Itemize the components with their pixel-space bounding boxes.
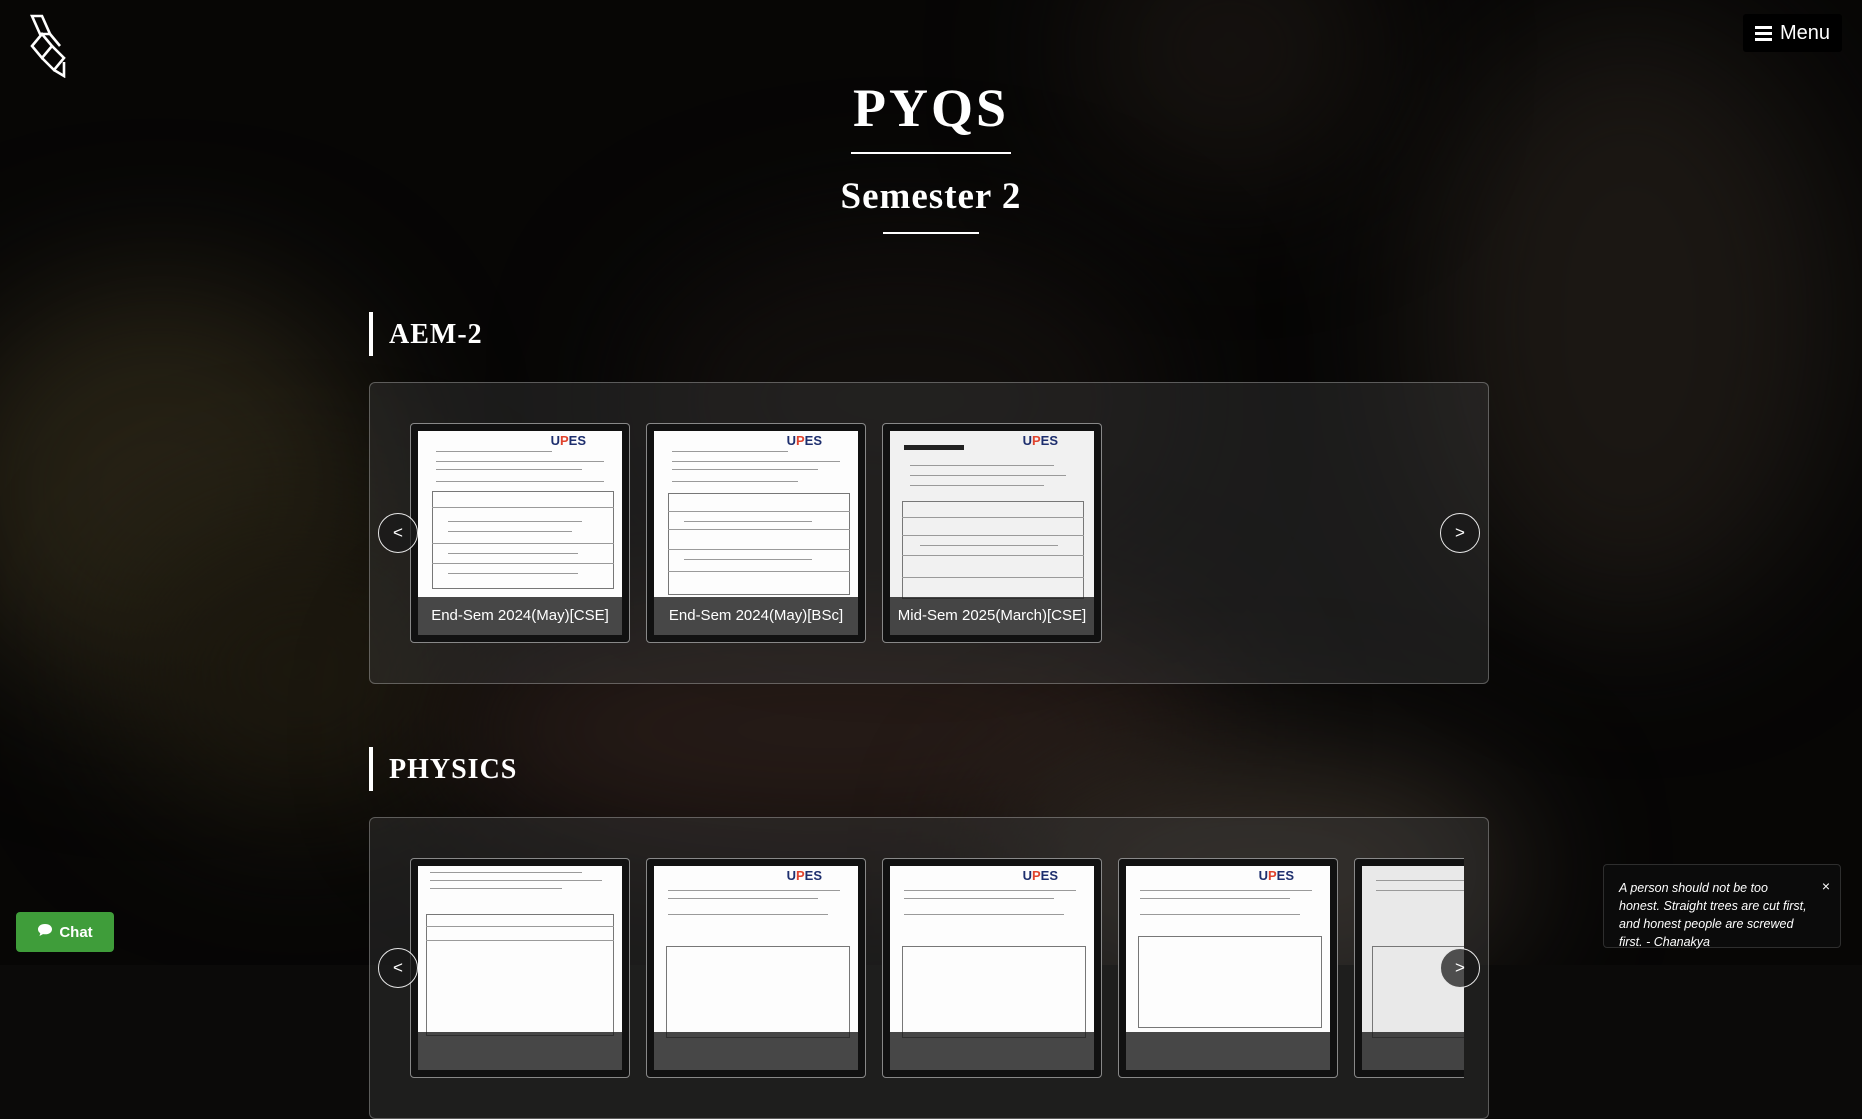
- hamburger-icon: [1754, 25, 1772, 41]
- upes-logo-icon: UPES: [1258, 868, 1294, 883]
- menu-button[interactable]: Menu: [1742, 14, 1842, 52]
- logo-icon[interactable]: [28, 14, 68, 79]
- paper-card[interactable]: UPES End-Sem 2024(May)[CSE]: [410, 423, 630, 643]
- paper-card[interactable]: UPES: [646, 858, 866, 1078]
- paper-caption: End-Sem 2024(May)[BSc]: [654, 597, 858, 635]
- carousel-next-button[interactable]: >: [1440, 513, 1480, 553]
- close-icon[interactable]: ×: [1822, 877, 1830, 895]
- carousel-track: UPES UPES UPES: [410, 858, 1464, 1118]
- paper-caption: [890, 1032, 1094, 1070]
- section-title: PHYSICS: [369, 747, 1489, 791]
- title-underline: [851, 152, 1011, 154]
- carousel-prev-button[interactable]: <: [378, 513, 418, 553]
- paper-carousel: < UPES UPES UPES >: [369, 817, 1489, 1119]
- quote-text: A person should not be too honest. Strai…: [1619, 881, 1807, 949]
- chat-label: Chat: [59, 923, 93, 941]
- paper-carousel: < UPES End-Sem 2024(May)[CSE] UPES End-S…: [369, 382, 1489, 684]
- page-title: PYQS: [852, 78, 1010, 138]
- upes-logo-icon: UPES: [786, 433, 822, 448]
- menu-label: Menu: [1779, 21, 1830, 44]
- quote-popup: A person should not be too honest. Strai…: [1603, 864, 1841, 949]
- upes-logo-icon: UPES: [1022, 868, 1058, 883]
- paper-card[interactable]: UPES: [882, 858, 1102, 1078]
- section-aem-2: AEM-2 < UPES End-Sem 2024(May)[CSE] UPES…: [369, 312, 1489, 684]
- paper-card[interactable]: UPES End-Sem 2024(May)[BSc]: [646, 423, 866, 643]
- upes-logo-icon: UPES: [550, 433, 586, 448]
- chat-bubble-icon: [37, 923, 53, 941]
- carousel-prev-button[interactable]: <: [378, 948, 418, 988]
- subtitle-underline: [883, 232, 979, 234]
- paper-caption: Mid-Sem 2025(March)[CSE]: [890, 597, 1094, 635]
- carousel-track: UPES End-Sem 2024(May)[CSE] UPES End-Sem…: [410, 423, 1464, 683]
- section-title: AEM-2: [369, 312, 1489, 356]
- paper-caption: [418, 1032, 622, 1070]
- section-physics: PHYSICS < UPES UPES UPES >: [369, 747, 1489, 1119]
- carousel-next-button[interactable]: >: [1440, 948, 1480, 988]
- paper-card[interactable]: [410, 858, 630, 1078]
- paper-card[interactable]: UPES: [1118, 858, 1338, 1078]
- page-subtitle: Semester 2: [840, 176, 1022, 217]
- upes-logo-icon: UPES: [786, 868, 822, 883]
- page-header: PYQS Semester 2: [0, 72, 1862, 234]
- chat-button[interactable]: Chat: [16, 912, 114, 952]
- paper-card[interactable]: UPES Mid-Sem 2025(March)[CSE]: [882, 423, 1102, 643]
- paper-caption: End-Sem 2024(May)[CSE]: [418, 597, 622, 635]
- upes-logo-icon: UPES: [1022, 433, 1058, 448]
- paper-caption: [654, 1032, 858, 1070]
- paper-caption: [1126, 1032, 1330, 1070]
- paper-caption: [1362, 1032, 1464, 1070]
